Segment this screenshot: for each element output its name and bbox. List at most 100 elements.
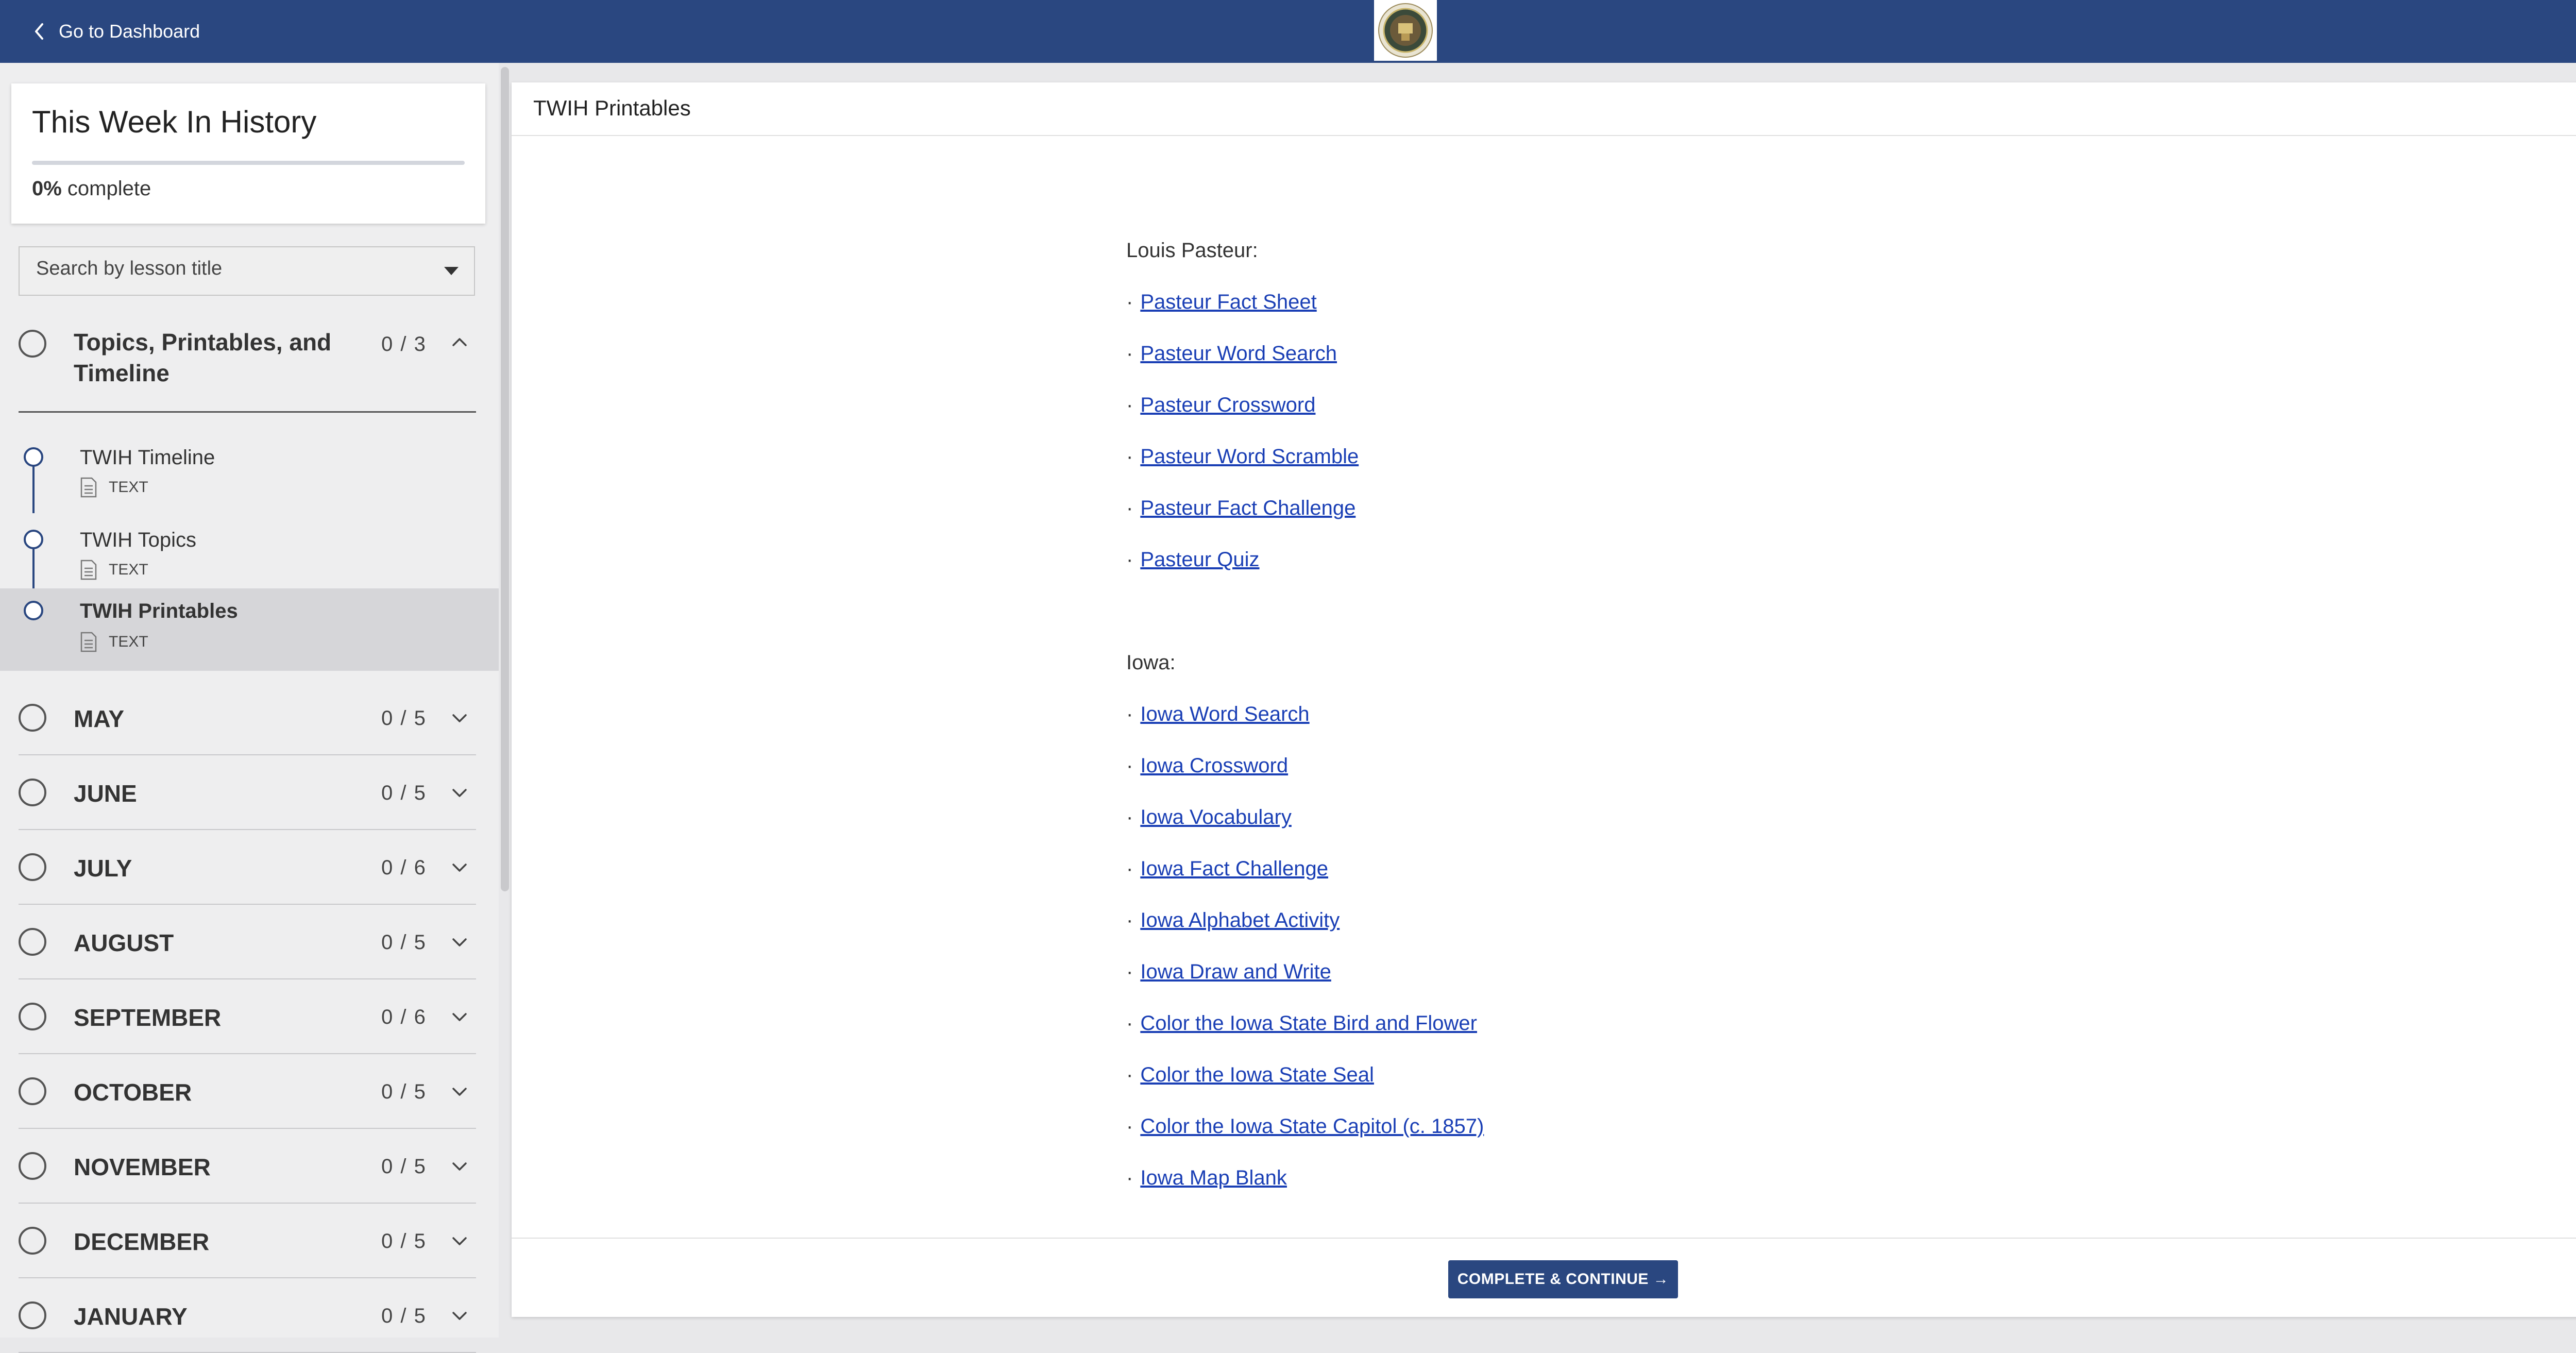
section-progress-circle-icon — [19, 1227, 46, 1255]
lesson-type-label: TEXT — [109, 633, 148, 650]
printable-list-item: · Pasteur Quiz — [1126, 548, 1260, 571]
sidebar-scrollbar[interactable] — [501, 67, 509, 891]
printable-link[interactable]: Pasteur Word Scramble — [1140, 445, 1359, 468]
section-june[interactable]: JUNE 0 / 5 — [0, 756, 499, 830]
printable-list-item: · Iowa Crossword — [1126, 754, 1288, 777]
section-july[interactable]: JULY 0 / 6 — [0, 831, 499, 905]
section-count: 0 / 3 — [381, 333, 427, 356]
section-progress-circle-icon — [19, 1077, 46, 1105]
lesson-item-twih-topics[interactable]: TWIH Topics TEXT — [0, 514, 499, 597]
section-divider — [19, 1203, 476, 1204]
section-count: 0 / 5 — [381, 1080, 427, 1103]
printable-link[interactable]: Iowa Alphabet Activity — [1140, 909, 1340, 932]
progress-percent: 0% — [32, 177, 62, 200]
lesson-content: Louis Pasteur: · Pasteur Fact Sheet · Pasteu… — [512, 136, 2576, 1238]
chevron-down-icon[interactable] — [449, 932, 470, 953]
printable-link[interactable]: Iowa Map Blank — [1140, 1166, 1287, 1189]
printable-link[interactable]: Pasteur Crossword — [1140, 394, 1315, 416]
printable-link[interactable]: Color the Iowa State Bird and Flower — [1140, 1012, 1477, 1035]
lesson-item-twih-printables[interactable]: TWIH Printables TEXT — [0, 588, 499, 671]
lesson-search-dropdown[interactable]: Search by lesson title — [19, 246, 475, 296]
lesson-title: TWIH Printables — [533, 96, 691, 120]
panel-footer: COMPLETE & CONTINUE → — [512, 1238, 2576, 1318]
section-progress-circle-icon — [19, 1152, 46, 1180]
chevron-down-icon[interactable] — [449, 1156, 470, 1177]
chevron-down-icon[interactable] — [449, 708, 470, 729]
list-bullet: · — [1126, 1012, 1133, 1035]
section-count: 0 / 5 — [381, 1230, 427, 1253]
printable-link[interactable]: Pasteur Word Search — [1140, 342, 1337, 365]
printable-link[interactable]: Iowa Fact Challenge — [1140, 857, 1328, 880]
chevron-down-icon[interactable] — [449, 857, 470, 878]
list-bullet: · — [1126, 703, 1133, 725]
list-bullet: · — [1126, 806, 1133, 828]
list-bullet: · — [1126, 394, 1133, 416]
section-december[interactable]: DECEMBER 0 / 5 — [0, 1204, 499, 1278]
course-progress-card: This Week In History 0% complete — [11, 83, 485, 224]
section-count: 0 / 5 — [381, 931, 427, 954]
chevron-down-icon[interactable] — [449, 1231, 470, 1251]
list-bullet: · — [1126, 291, 1133, 313]
lesson-type: TEXT — [80, 560, 148, 580]
section-title: SEPTEMBER — [74, 1004, 222, 1031]
lesson-type: TEXT — [80, 477, 148, 498]
printable-list-item: · Pasteur Crossword — [1126, 394, 1315, 417]
section-divider — [19, 1128, 476, 1129]
expand-icon[interactable] — [2573, 94, 2576, 121]
chevron-up-icon[interactable] — [449, 332, 470, 352]
printable-list-item: · Pasteur Word Search — [1126, 342, 1337, 365]
printable-link[interactable]: Pasteur Fact Sheet — [1140, 291, 1316, 313]
list-bullet: · — [1126, 909, 1133, 932]
section-divider — [19, 1277, 476, 1278]
printable-link[interactable]: Iowa Draw and Write — [1140, 960, 1331, 983]
printable-list-item: · Pasteur Fact Challenge — [1126, 497, 1355, 520]
section-progress-circle-icon — [19, 1003, 46, 1030]
chevron-down-icon[interactable] — [449, 1081, 470, 1102]
printable-link[interactable]: Pasteur Fact Challenge — [1140, 497, 1355, 519]
progress-suffix: complete — [61, 177, 151, 200]
section-september[interactable]: SEPTEMBER 0 / 6 — [0, 980, 499, 1054]
chevron-down-icon[interactable] — [449, 1007, 470, 1027]
section-divider — [19, 1053, 476, 1054]
list-bullet: · — [1126, 1166, 1133, 1189]
printable-link[interactable]: Color the Iowa State Capitol (c. 1857) — [1140, 1115, 1484, 1138]
lesson-item-twih-timeline[interactable]: TWIH Timeline TEXT — [0, 432, 499, 514]
lesson-name: TWIH Topics — [80, 529, 196, 551]
printable-link[interactable]: Iowa Crossword — [1140, 754, 1288, 777]
section-may[interactable]: MAY 0 / 5 — [0, 681, 499, 755]
progress-text: 0% complete — [32, 177, 151, 200]
section-october[interactable]: OCTOBER 0 / 5 — [0, 1055, 499, 1129]
section-count: 0 / 5 — [381, 782, 427, 804]
printable-link[interactable]: Iowa Vocabulary — [1140, 806, 1292, 828]
chevron-down-icon[interactable] — [449, 783, 470, 803]
printable-link[interactable]: Color the Iowa State Seal — [1140, 1063, 1374, 1086]
section-progress-circle-icon — [19, 330, 46, 358]
chevron-down-icon[interactable] — [449, 1306, 470, 1326]
section-title: JANUARY — [74, 1303, 188, 1330]
printable-list-item: · Color the Iowa State Capitol (c. 1857) — [1126, 1115, 1484, 1138]
caret-down-icon — [444, 267, 459, 275]
list-bullet: · — [1126, 497, 1133, 519]
go-to-dashboard-link[interactable]: Go to Dashboard — [32, 16, 200, 46]
printable-link[interactable]: Iowa Word Search — [1140, 703, 1309, 725]
section-january[interactable]: JANUARY 0 / 5 — [0, 1279, 499, 1353]
printable-group-label: Louis Pasteur: — [1126, 239, 1258, 262]
section-title: JULY — [74, 855, 132, 882]
printable-link[interactable]: Pasteur Quiz — [1140, 548, 1259, 571]
printable-group-label: Iowa: — [1126, 651, 1176, 674]
school-logo[interactable] — [1374, 0, 1437, 61]
lesson-status-circle-icon — [24, 601, 43, 620]
progress-bar — [32, 161, 465, 165]
section-topics-printables-timeline[interactable]: Topics, Printables, and Timeline 0 / 3 — [0, 319, 499, 412]
section-title: MAY — [74, 705, 124, 732]
section-title: DECEMBER — [74, 1228, 210, 1255]
list-bullet: · — [1126, 960, 1133, 983]
section-title: NOVEMBER — [74, 1154, 211, 1180]
panel-header: TWIH Printables — [512, 82, 2576, 136]
complete-and-continue-button[interactable]: COMPLETE & CONTINUE → — [1448, 1260, 1678, 1298]
lesson-content-panel: TWIH Printables Louis Pasteur: · Pasteur F… — [512, 82, 2576, 1317]
lesson-name: TWIH Timeline — [80, 446, 215, 469]
section-august[interactable]: AUGUST 0 / 5 — [0, 905, 499, 979]
document-icon — [80, 632, 97, 652]
section-november[interactable]: NOVEMBER 0 / 5 — [0, 1129, 499, 1204]
